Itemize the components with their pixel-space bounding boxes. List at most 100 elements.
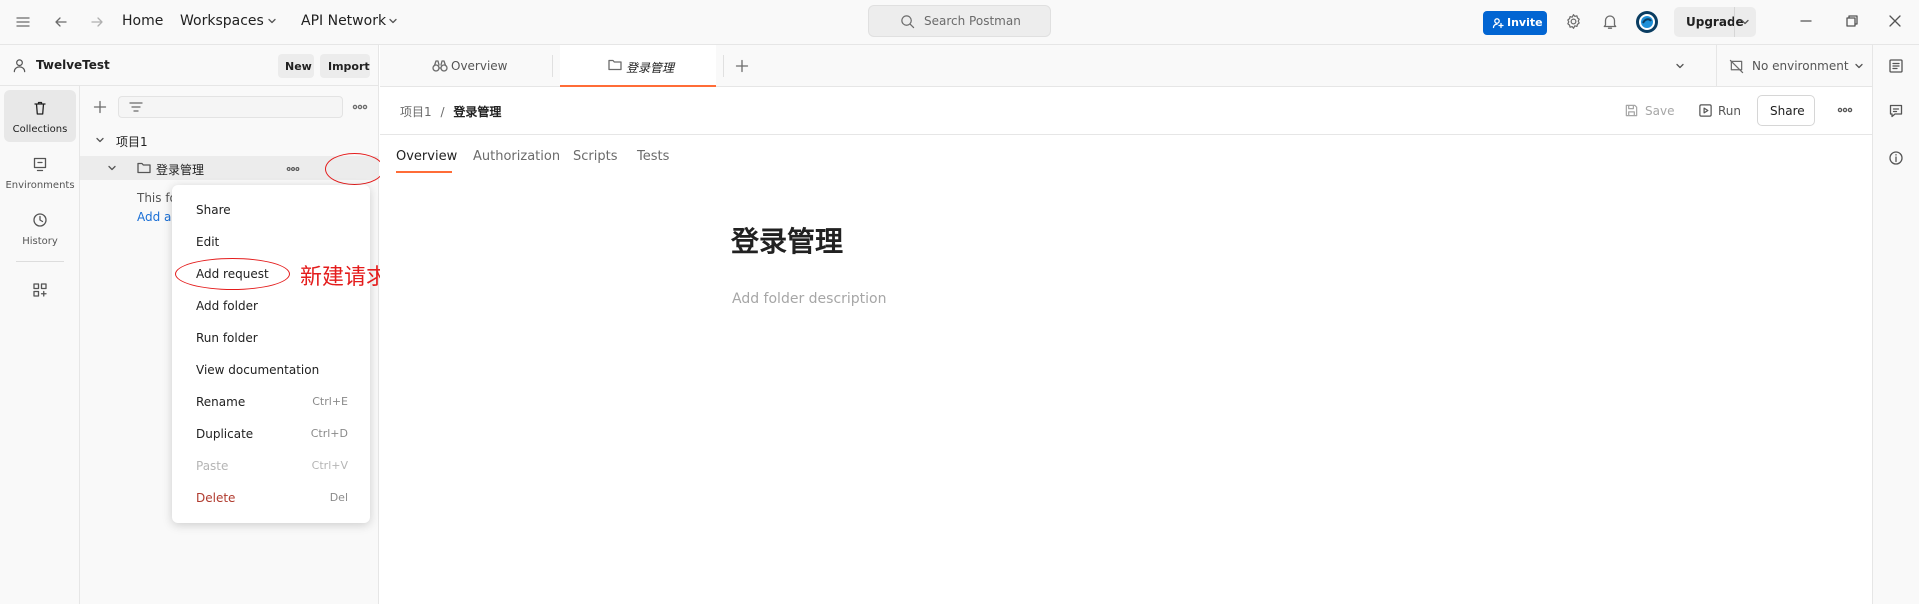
breadcrumb-parent[interactable]: 项目1 (400, 105, 432, 119)
divider (380, 134, 1872, 135)
api-docs-icon[interactable] (1888, 58, 1904, 74)
tab-divider (552, 55, 553, 77)
add-widget-grid-icon[interactable] (32, 282, 48, 298)
play-icon (1698, 103, 1713, 118)
chevron-down-icon[interactable] (388, 16, 398, 26)
minimize-icon[interactable] (1799, 14, 1813, 28)
chevron-down-icon[interactable] (1740, 17, 1750, 27)
tab-label: Overview (451, 59, 508, 73)
tab-bar: Overview 登录管理 No environment (380, 45, 1872, 87)
menu-item-shortcut: Del (329, 491, 348, 504)
folder-icon (137, 161, 151, 174)
menu-item-delete[interactable]: Delete Del (172, 483, 370, 513)
home-link[interactable]: Home (122, 13, 163, 29)
upgrade-divider (1734, 7, 1735, 37)
menu-item-view-documentation[interactable]: View documentation (172, 355, 370, 385)
sidebar-item-collections[interactable]: Collections (4, 90, 76, 142)
breadcrumb-separator: / (440, 105, 445, 119)
back-arrow-icon[interactable] (53, 14, 69, 30)
restore-window-icon[interactable] (1845, 14, 1859, 28)
import-label: Import (328, 60, 370, 73)
menu-item-run-folder[interactable]: Run folder (172, 323, 370, 353)
sidebar-item-history[interactable]: History (4, 202, 76, 254)
share-button[interactable]: Share (1757, 95, 1815, 126)
menu-item-share[interactable]: Share (172, 195, 370, 225)
forward-arrow-icon[interactable] (89, 14, 105, 30)
more-options-icon[interactable] (352, 104, 368, 110)
upgrade-button[interactable]: Upgrade (1674, 7, 1756, 37)
save-label: Save (1645, 104, 1675, 118)
workspace-header: TwelveTest New Import (0, 45, 379, 86)
tab-authorization[interactable]: Authorization (473, 149, 560, 164)
chevron-down-icon[interactable] (95, 135, 105, 145)
more-options-icon[interactable] (286, 166, 300, 172)
plus-icon[interactable] (93, 100, 107, 114)
hamburger-menu-icon[interactable] (15, 14, 31, 30)
tab-folder[interactable]: 登录管理 (560, 45, 716, 87)
search-icon (900, 14, 915, 29)
menu-item-shortcut: Ctrl+D (310, 427, 348, 440)
add-request-link[interactable]: Add a (137, 210, 171, 224)
workspaces-menu[interactable]: Workspaces (180, 13, 264, 29)
menu-item-duplicate[interactable]: Duplicate Ctrl+D (172, 419, 370, 449)
menu-item-label: Rename (196, 395, 246, 409)
tab-scripts[interactable]: Scripts (573, 149, 617, 164)
sidebar-rail: Collections Environments History (0, 86, 80, 604)
page-title[interactable]: 登录管理 (731, 220, 843, 260)
top-bar: Home Workspaces API Network Search Postm… (0, 0, 1919, 45)
tab-label: 登录管理 (626, 61, 675, 75)
workspace-name[interactable]: TwelveTest (36, 58, 110, 72)
menu-item-label: Share (196, 203, 231, 217)
menu-item-shortcut: Ctrl+V (311, 459, 348, 472)
save-button[interactable]: Save (1624, 99, 1682, 123)
tab-tests[interactable]: Tests (637, 149, 669, 164)
right-rail (1872, 45, 1919, 604)
invite-button[interactable]: Invite (1483, 11, 1547, 35)
bell-icon[interactable] (1602, 13, 1618, 30)
chevron-down-icon (1854, 61, 1864, 71)
menu-item-label: Duplicate (196, 427, 254, 441)
gear-icon[interactable] (1565, 13, 1582, 30)
sidebar-item-label: Environments (5, 180, 75, 191)
sidebar-item-label: History (22, 236, 58, 247)
rail-divider (16, 261, 64, 262)
menu-item-label: View documentation (196, 363, 320, 377)
menu-item-rename[interactable]: Rename Ctrl+E (172, 387, 370, 417)
avatar[interactable] (1635, 10, 1659, 34)
search-input[interactable]: Search Postman (868, 5, 1051, 37)
folder-icon (608, 58, 622, 71)
tab-overview[interactable]: Overview (396, 149, 457, 164)
chevron-down-icon[interactable] (267, 16, 277, 26)
tree-item-collection[interactable]: 项目1 (80, 128, 378, 152)
more-options-icon[interactable] (1837, 107, 1853, 113)
environment-icon (32, 156, 48, 172)
menu-item-paste[interactable]: Paste Ctrl+V (172, 451, 370, 481)
close-icon[interactable] (1888, 14, 1902, 28)
environment-select[interactable]: No environment (1716, 45, 1872, 87)
user-icon (12, 58, 27, 73)
chevron-down-icon[interactable] (1675, 61, 1685, 71)
context-menu: Share Edit Add request Add folder Run fo… (172, 185, 370, 523)
binoculars-icon (432, 59, 448, 73)
comment-icon[interactable] (1888, 103, 1904, 119)
menu-item-add-folder[interactable]: Add folder (172, 291, 370, 321)
annotation-ellipse (325, 153, 384, 185)
chevron-down-icon[interactable] (107, 163, 117, 173)
folder-description-input[interactable]: Add folder description (732, 291, 887, 307)
no-environment-icon (1729, 59, 1744, 74)
import-button[interactable]: Import (320, 54, 370, 78)
menu-item-edit[interactable]: Edit (172, 227, 370, 257)
active-tab-indicator (396, 171, 452, 173)
api-network-menu[interactable]: API Network (301, 13, 386, 29)
sidebar-item-environments[interactable]: Environments (4, 146, 76, 198)
upgrade-label: Upgrade (1686, 15, 1744, 29)
invite-label: Invite (1507, 16, 1543, 29)
search-placeholder: Search Postman (924, 14, 1021, 28)
annotation-label: 新建请求 (300, 265, 389, 290)
new-button[interactable]: New (278, 54, 314, 78)
info-icon[interactable] (1888, 150, 1904, 166)
tab-overview[interactable]: Overview (380, 45, 552, 87)
new-tab-plus-icon[interactable] (735, 59, 749, 73)
run-button[interactable]: Run (1698, 99, 1746, 123)
filter-input[interactable] (118, 96, 343, 118)
